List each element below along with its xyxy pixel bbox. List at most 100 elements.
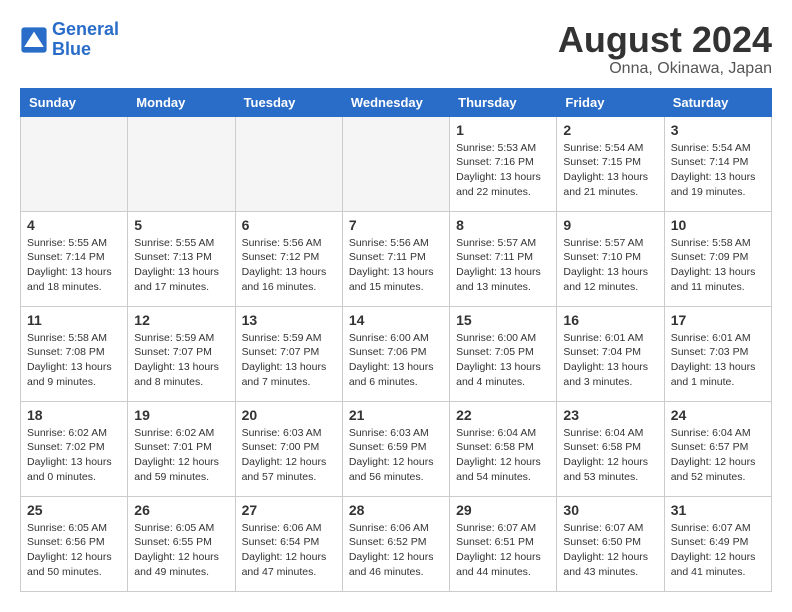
calendar-cell: 18 Sunrise: 6:02 AMSunset: 7:02 PMDayligh… xyxy=(21,401,128,496)
calendar-cell: 24 Sunrise: 6:04 AMSunset: 6:57 PMDayligh… xyxy=(664,401,771,496)
calendar-week-5: 25Sunrise: 6:05 AMSunset: 6:56 PMDayligh… xyxy=(21,496,772,591)
weekday-header-sunday: Sunday xyxy=(21,88,128,116)
day-number: 8 xyxy=(456,217,550,233)
day-number: 5 xyxy=(134,217,228,233)
weekday-header-row: SundayMondayTuesdayWednesdayThursdayFrid… xyxy=(21,88,772,116)
calendar-cell: 17 Sunrise: 6:01 AMSunset: 7:03 PMDayligh… xyxy=(664,306,771,401)
logo-blue: Blue xyxy=(52,39,91,59)
calendar-cell: 19 Sunrise: 6:02 AMSunset: 7:01 PMDayligh… xyxy=(128,401,235,496)
calendar-cell: 21 Sunrise: 6:03 AMSunset: 6:59 PMDayligh… xyxy=(342,401,449,496)
calendar-cell: 20 Sunrise: 6:03 AMSunset: 7:00 PMDayligh… xyxy=(235,401,342,496)
calendar-week-2: 4 Sunrise: 5:55 AMSunset: 7:14 PMDaylight… xyxy=(21,211,772,306)
day-info: Sunrise: 5:56 AMSunset: 7:12 PMDaylight:… xyxy=(242,236,336,295)
day-number: 24 xyxy=(671,407,765,423)
calendar-cell: 9Sunrise: 5:57 AMSunset: 7:10 PMDaylight… xyxy=(557,211,664,306)
day-info: Sunrise: 5:59 AMSunset: 7:07 PMDaylight:… xyxy=(242,331,336,390)
calendar-cell xyxy=(342,116,449,211)
day-info: Sunrise: 6:06 AMSunset: 6:52 PMDaylight:… xyxy=(349,521,443,580)
calendar-cell: 8 Sunrise: 5:57 AMSunset: 7:11 PMDaylight… xyxy=(450,211,557,306)
day-number: 13 xyxy=(242,312,336,328)
weekday-header-tuesday: Tuesday xyxy=(235,88,342,116)
calendar-table: SundayMondayTuesdayWednesdayThursdayFrid… xyxy=(20,88,772,592)
calendar-cell: 29 Sunrise: 6:07 AMSunset: 6:51 PMDayligh… xyxy=(450,496,557,591)
day-number: 20 xyxy=(242,407,336,423)
day-number: 14 xyxy=(349,312,443,328)
logo-text: General Blue xyxy=(52,20,119,60)
calendar-cell xyxy=(235,116,342,211)
calendar-cell xyxy=(128,116,235,211)
calendar-cell: 4 Sunrise: 5:55 AMSunset: 7:14 PMDaylight… xyxy=(21,211,128,306)
day-info: Sunrise: 6:05 AMSunset: 6:55 PMDaylight:… xyxy=(134,521,228,580)
calendar-cell: 14 Sunrise: 6:00 AMSunset: 7:06 PMDayligh… xyxy=(342,306,449,401)
day-number: 22 xyxy=(456,407,550,423)
day-number: 4 xyxy=(27,217,121,233)
weekday-header-saturday: Saturday xyxy=(664,88,771,116)
day-number: 6 xyxy=(242,217,336,233)
calendar-week-1: 1Sunrise: 5:53 AMSunset: 7:16 PMDaylight… xyxy=(21,116,772,211)
calendar-week-3: 11 Sunrise: 5:58 AMSunset: 7:08 PMDayligh… xyxy=(21,306,772,401)
day-number: 11 xyxy=(27,312,121,328)
weekday-header-monday: Monday xyxy=(128,88,235,116)
calendar-cell: 12 Sunrise: 5:59 AMSunset: 7:07 PMDayligh… xyxy=(128,306,235,401)
title-block: August 2024 Onna, Okinawa, Japan xyxy=(558,20,772,78)
day-info: Sunrise: 6:07 AMSunset: 6:49 PMDaylight:… xyxy=(671,521,765,580)
day-info: Sunrise: 5:58 AMSunset: 7:08 PMDaylight:… xyxy=(27,331,121,390)
day-info: Sunrise: 6:03 AMSunset: 6:59 PMDaylight:… xyxy=(349,426,443,485)
day-info: Sunrise: 6:04 AMSunset: 6:57 PMDaylight:… xyxy=(671,426,765,485)
day-info: Sunrise: 5:55 AMSunset: 7:14 PMDaylight:… xyxy=(27,236,121,295)
day-info: Sunrise: 5:59 AMSunset: 7:07 PMDaylight:… xyxy=(134,331,228,390)
day-number: 2 xyxy=(563,122,657,138)
calendar-cell: 5 Sunrise: 5:55 AMSunset: 7:13 PMDaylight… xyxy=(128,211,235,306)
calendar-cell: 6 Sunrise: 5:56 AMSunset: 7:12 PMDaylight… xyxy=(235,211,342,306)
calendar-cell: 27Sunrise: 6:06 AMSunset: 6:54 PMDayligh… xyxy=(235,496,342,591)
calendar-cell: 22 Sunrise: 6:04 AMSunset: 6:58 PMDayligh… xyxy=(450,401,557,496)
calendar-cell: 10Sunrise: 5:58 AMSunset: 7:09 PMDayligh… xyxy=(664,211,771,306)
day-info: Sunrise: 6:02 AMSunset: 7:01 PMDaylight:… xyxy=(134,426,228,485)
day-info: Sunrise: 6:00 AMSunset: 7:06 PMDaylight:… xyxy=(349,331,443,390)
day-info: Sunrise: 6:01 AMSunset: 7:03 PMDaylight:… xyxy=(671,331,765,390)
day-info: Sunrise: 6:04 AMSunset: 6:58 PMDaylight:… xyxy=(563,426,657,485)
location: Onna, Okinawa, Japan xyxy=(558,60,772,78)
day-info: Sunrise: 6:06 AMSunset: 6:54 PMDaylight:… xyxy=(242,521,336,580)
day-number: 21 xyxy=(349,407,443,423)
day-info: Sunrise: 5:56 AMSunset: 7:11 PMDaylight:… xyxy=(349,236,443,295)
page-header: General Blue August 2024 Onna, Okinawa, … xyxy=(20,20,772,78)
calendar-cell: 16Sunrise: 6:01 AMSunset: 7:04 PMDayligh… xyxy=(557,306,664,401)
calendar-cell xyxy=(21,116,128,211)
calendar-cell: 26Sunrise: 6:05 AMSunset: 6:55 PMDayligh… xyxy=(128,496,235,591)
calendar-cell: 25Sunrise: 6:05 AMSunset: 6:56 PMDayligh… xyxy=(21,496,128,591)
day-info: Sunrise: 6:07 AMSunset: 6:50 PMDaylight:… xyxy=(563,521,657,580)
calendar-cell: 2 Sunrise: 5:54 AMSunset: 7:15 PMDaylight… xyxy=(557,116,664,211)
day-info: Sunrise: 6:00 AMSunset: 7:05 PMDaylight:… xyxy=(456,331,550,390)
day-number: 23 xyxy=(563,407,657,423)
day-number: 18 xyxy=(27,407,121,423)
calendar-cell: 31Sunrise: 6:07 AMSunset: 6:49 PMDayligh… xyxy=(664,496,771,591)
day-number: 19 xyxy=(134,407,228,423)
calendar-cell: 1Sunrise: 5:53 AMSunset: 7:16 PMDaylight… xyxy=(450,116,557,211)
day-info: Sunrise: 5:55 AMSunset: 7:13 PMDaylight:… xyxy=(134,236,228,295)
day-number: 7 xyxy=(349,217,443,233)
calendar-cell: 13 Sunrise: 5:59 AMSunset: 7:07 PMDayligh… xyxy=(235,306,342,401)
day-number: 9 xyxy=(563,217,657,233)
day-info: Sunrise: 6:02 AMSunset: 7:02 PMDaylight:… xyxy=(27,426,121,485)
calendar-week-4: 18 Sunrise: 6:02 AMSunset: 7:02 PMDayligh… xyxy=(21,401,772,496)
weekday-header-thursday: Thursday xyxy=(450,88,557,116)
calendar-cell: 3Sunrise: 5:54 AMSunset: 7:14 PMDaylight… xyxy=(664,116,771,211)
day-number: 12 xyxy=(134,312,228,328)
day-info: Sunrise: 6:07 AMSunset: 6:51 PMDaylight:… xyxy=(456,521,550,580)
day-info: Sunrise: 5:53 AMSunset: 7:16 PMDaylight:… xyxy=(456,141,550,200)
calendar-cell: 23 Sunrise: 6:04 AMSunset: 6:58 PMDayligh… xyxy=(557,401,664,496)
calendar-cell: 30Sunrise: 6:07 AMSunset: 6:50 PMDayligh… xyxy=(557,496,664,591)
day-info: Sunrise: 6:03 AMSunset: 7:00 PMDaylight:… xyxy=(242,426,336,485)
day-number: 17 xyxy=(671,312,765,328)
logo-icon xyxy=(20,26,48,54)
day-number: 29 xyxy=(456,502,550,518)
logo-general: General xyxy=(52,19,119,39)
day-info: Sunrise: 5:54 AMSunset: 7:15 PMDaylight:… xyxy=(563,141,657,200)
day-number: 15 xyxy=(456,312,550,328)
day-info: Sunrise: 6:01 AMSunset: 7:04 PMDaylight:… xyxy=(563,331,657,390)
day-info: Sunrise: 5:57 AMSunset: 7:11 PMDaylight:… xyxy=(456,236,550,295)
day-info: Sunrise: 6:04 AMSunset: 6:58 PMDaylight:… xyxy=(456,426,550,485)
calendar-cell: 7 Sunrise: 5:56 AMSunset: 7:11 PMDaylight… xyxy=(342,211,449,306)
logo: General Blue xyxy=(20,20,119,60)
